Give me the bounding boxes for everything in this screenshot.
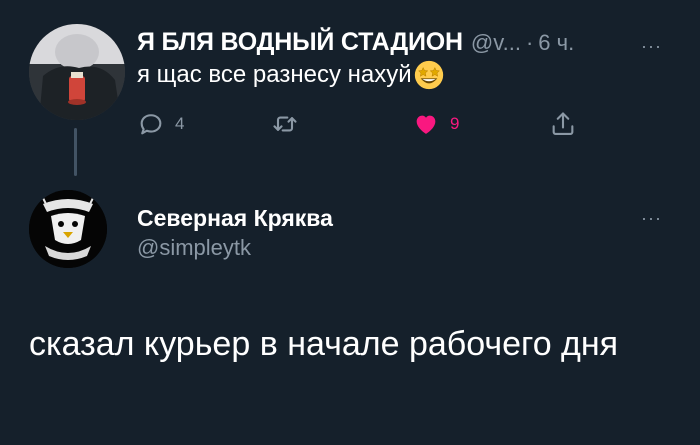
- retweet-button[interactable]: [271, 110, 309, 138]
- retweet-icon: [273, 116, 297, 132]
- reply-icon: [140, 114, 162, 135]
- heart-icon: [416, 115, 436, 134]
- parent-tweet[interactable]: Я БЛЯ ВОДНЫЙ СТАДИОН @v... · 6 ч. ··· я …: [0, 0, 700, 176]
- avatar-photo: [29, 24, 125, 120]
- like-count: 9: [450, 114, 460, 133]
- tweet-text: сказал курьер в начале рабочего дня: [29, 325, 619, 363]
- display-name[interactable]: Северная Кряква: [137, 205, 333, 232]
- avatar[interactable]: [29, 190, 107, 268]
- tweet-body: я щас все разнесу нахуй: [137, 61, 412, 88]
- more-options-button[interactable]: ···: [641, 36, 662, 57]
- tweet-thread: Я БЛЯ ВОДНЫЙ СТАДИОН @v... · 6 ч. ··· я …: [0, 0, 700, 445]
- like-button[interactable]: 9: [412, 110, 459, 138]
- more-options-button[interactable]: ···: [641, 208, 662, 229]
- reply-count: 4: [175, 114, 185, 133]
- thread-connector-line: [74, 128, 77, 176]
- duck-logo-avatar: [29, 190, 107, 268]
- reply-button[interactable]: 4: [137, 110, 184, 138]
- share-button[interactable]: [549, 110, 577, 138]
- tweet-header: Я БЛЯ ВОДНЫЙ СТАДИОН @v... · 6 ч.: [137, 28, 574, 58]
- timestamp[interactable]: 6 ч.: [538, 30, 574, 56]
- separator-dot: ·: [525, 30, 534, 55]
- share-icon: [552, 112, 574, 135]
- tweet-actions: 4 9: [137, 110, 587, 140]
- user-handle[interactable]: @simpleytk: [137, 235, 251, 261]
- user-handle[interactable]: @v...: [471, 30, 521, 56]
- star-struck-emoji-icon: [414, 60, 443, 90]
- tweet-text: я щас все разнесу нахуй: [137, 60, 444, 90]
- avatar[interactable]: [29, 24, 125, 120]
- display-name[interactable]: Я БЛЯ ВОДНЫЙ СТАДИОН: [137, 28, 463, 57]
